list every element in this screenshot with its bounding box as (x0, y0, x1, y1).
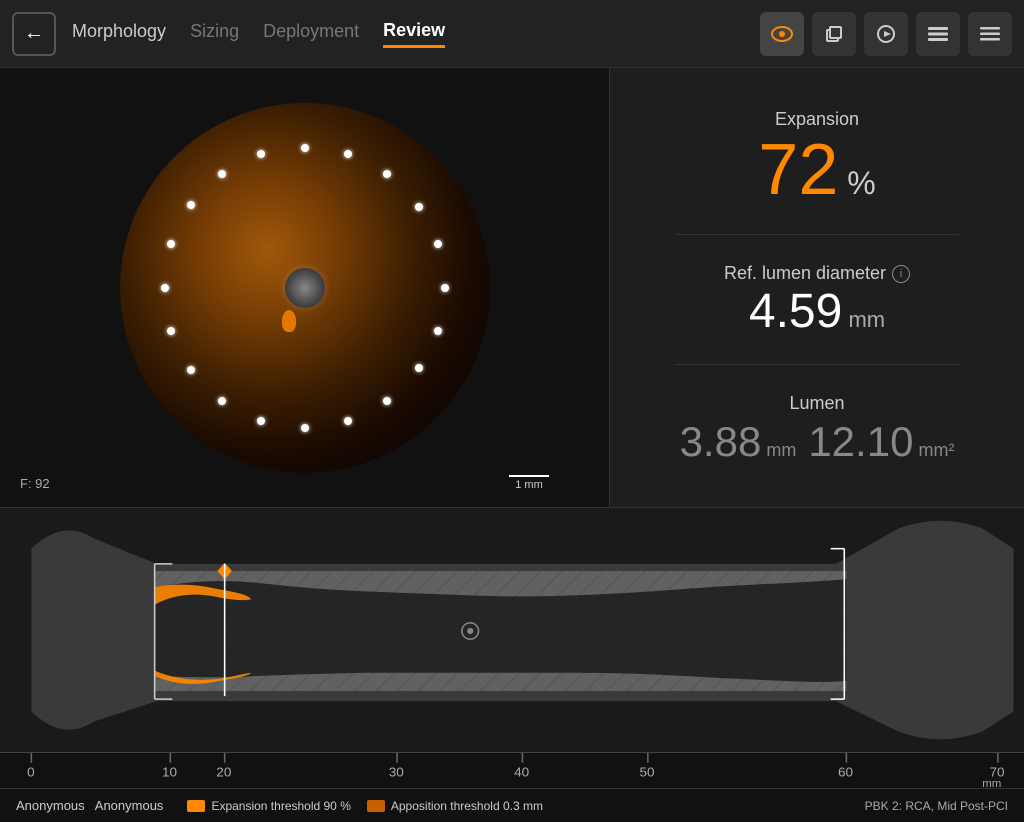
scale-line (509, 475, 549, 477)
stent-dot (218, 397, 226, 405)
top-navigation: ← Morphology Sizing Deployment Review (0, 0, 1024, 68)
svg-text:30: 30 (389, 765, 404, 779)
ref-lumen-value: 4.59 mm (640, 288, 994, 336)
ref-lumen-metric: Ref. lumen diameter i 4.59 mm (640, 263, 994, 336)
tab-deployment[interactable]: Deployment (263, 21, 359, 46)
svg-text:mm: mm (982, 778, 1001, 788)
frame-label: F: 92 (20, 476, 50, 491)
footer: Anonymous Anonymous Expansion threshold … (0, 788, 1024, 822)
ruler-row: 0 10 20 30 40 50 60 70 m (0, 752, 1024, 788)
ruler-svg: 0 10 20 30 40 50 60 70 m (0, 753, 1024, 788)
lumen-area-value: 12.10 mm² (808, 418, 954, 466)
legend-item-apposition: Apposition threshold 0.3 mm (367, 799, 543, 813)
svg-text:70: 70 (990, 765, 1005, 779)
copy-button[interactable] (812, 12, 856, 56)
footer-legend: Expansion threshold 90 % Apposition thre… (187, 799, 543, 813)
ref-lumen-label: Ref. lumen diameter i (640, 263, 994, 284)
lumen-label: Lumen (640, 393, 994, 414)
tab-review[interactable]: Review (383, 20, 445, 48)
catheter (285, 268, 325, 308)
stent-dot (161, 284, 169, 292)
expansion-threshold-label: Expansion threshold 90 % (211, 799, 350, 813)
svg-text:60: 60 (838, 765, 853, 779)
stent-dot (434, 240, 442, 248)
back-button[interactable]: ← (12, 12, 56, 56)
bottom-section: P D Min Exp. 71% 12.10 mm² MSA 4.79mm² (0, 508, 1024, 822)
stent-dot (441, 284, 449, 292)
main-content: F: 92 1 mm Expansion 72 % Ref. lumen dia… (0, 68, 1024, 822)
longitudinal-view[interactable]: P D Min Exp. 71% 12.10 mm² MSA 4.79mm² (0, 508, 1024, 752)
stent-dot (187, 366, 195, 374)
apposition-threshold-label: Apposition threshold 0.3 mm (391, 799, 543, 813)
stent-dot (344, 417, 352, 425)
metrics-panel: Expansion 72 % Ref. lumen diameter i 4.5… (610, 68, 1024, 507)
info-icon[interactable]: i (892, 265, 910, 283)
longitudinal-container: P D Min Exp. 71% 12.10 mm² MSA 4.79mm² (0, 508, 1024, 822)
oct-image-panel: F: 92 1 mm (0, 68, 610, 507)
stent-dot (257, 150, 265, 158)
svg-text:50: 50 (639, 765, 654, 779)
scale-bar: 1 mm (509, 475, 549, 491)
expansion-metric: Expansion 72 % (640, 109, 994, 206)
expansion-value: 72 % (640, 134, 994, 206)
stent-dot (301, 144, 309, 152)
svg-text:20: 20 (216, 765, 231, 779)
stent-dot (257, 417, 265, 425)
apposition-swatch (367, 800, 385, 812)
stent-dot (415, 364, 423, 372)
svg-text:40: 40 (514, 765, 529, 779)
expansion-label: Expansion (640, 109, 994, 130)
footer-study-info: PBK 2: RCA, Mid Post-PCI (865, 799, 1008, 813)
lumen-values: 3.88 mm 12.10 mm² (640, 418, 994, 466)
svg-text:0: 0 (27, 765, 35, 779)
stent-dot (344, 150, 352, 158)
play-button[interactable] (864, 12, 908, 56)
scale-label: 1 mm (515, 479, 543, 491)
divider-2 (675, 364, 958, 365)
patient-name: Anonymous Anonymous (16, 798, 163, 813)
longitudinal-chart (0, 508, 1024, 752)
expansion-swatch (187, 800, 205, 812)
footer-left: Anonymous Anonymous Expansion threshold … (16, 798, 543, 813)
layers-button[interactable] (916, 12, 960, 56)
oct-circle-image (120, 103, 490, 473)
orange-artifact (282, 310, 296, 332)
menu-button[interactable] (968, 12, 1012, 56)
stent-dot (434, 327, 442, 335)
stent-dot (187, 201, 195, 209)
nav-tab-list: Morphology Sizing Deployment Review (72, 20, 760, 48)
stent-dot (301, 424, 309, 432)
tab-sizing[interactable]: Sizing (190, 21, 239, 46)
stent-dot (218, 170, 226, 178)
stent-dot (167, 327, 175, 335)
svg-text:10: 10 (162, 765, 177, 779)
tab-morphology[interactable]: Morphology (72, 21, 166, 46)
lumen-metric: Lumen 3.88 mm 12.10 mm² (640, 393, 994, 466)
divider-1 (675, 234, 958, 235)
legend-item-expansion: Expansion threshold 90 % (187, 799, 350, 813)
stent-dot (383, 170, 391, 178)
eye-button[interactable] (760, 12, 804, 56)
lumen-diameter-value: 3.88 mm (680, 418, 797, 466)
top-section: F: 92 1 mm Expansion 72 % Ref. lumen dia… (0, 68, 1024, 508)
stent-dot (167, 240, 175, 248)
stent-dot (383, 397, 391, 405)
stent-dot (415, 203, 423, 211)
toolbar-icons (760, 12, 1012, 56)
